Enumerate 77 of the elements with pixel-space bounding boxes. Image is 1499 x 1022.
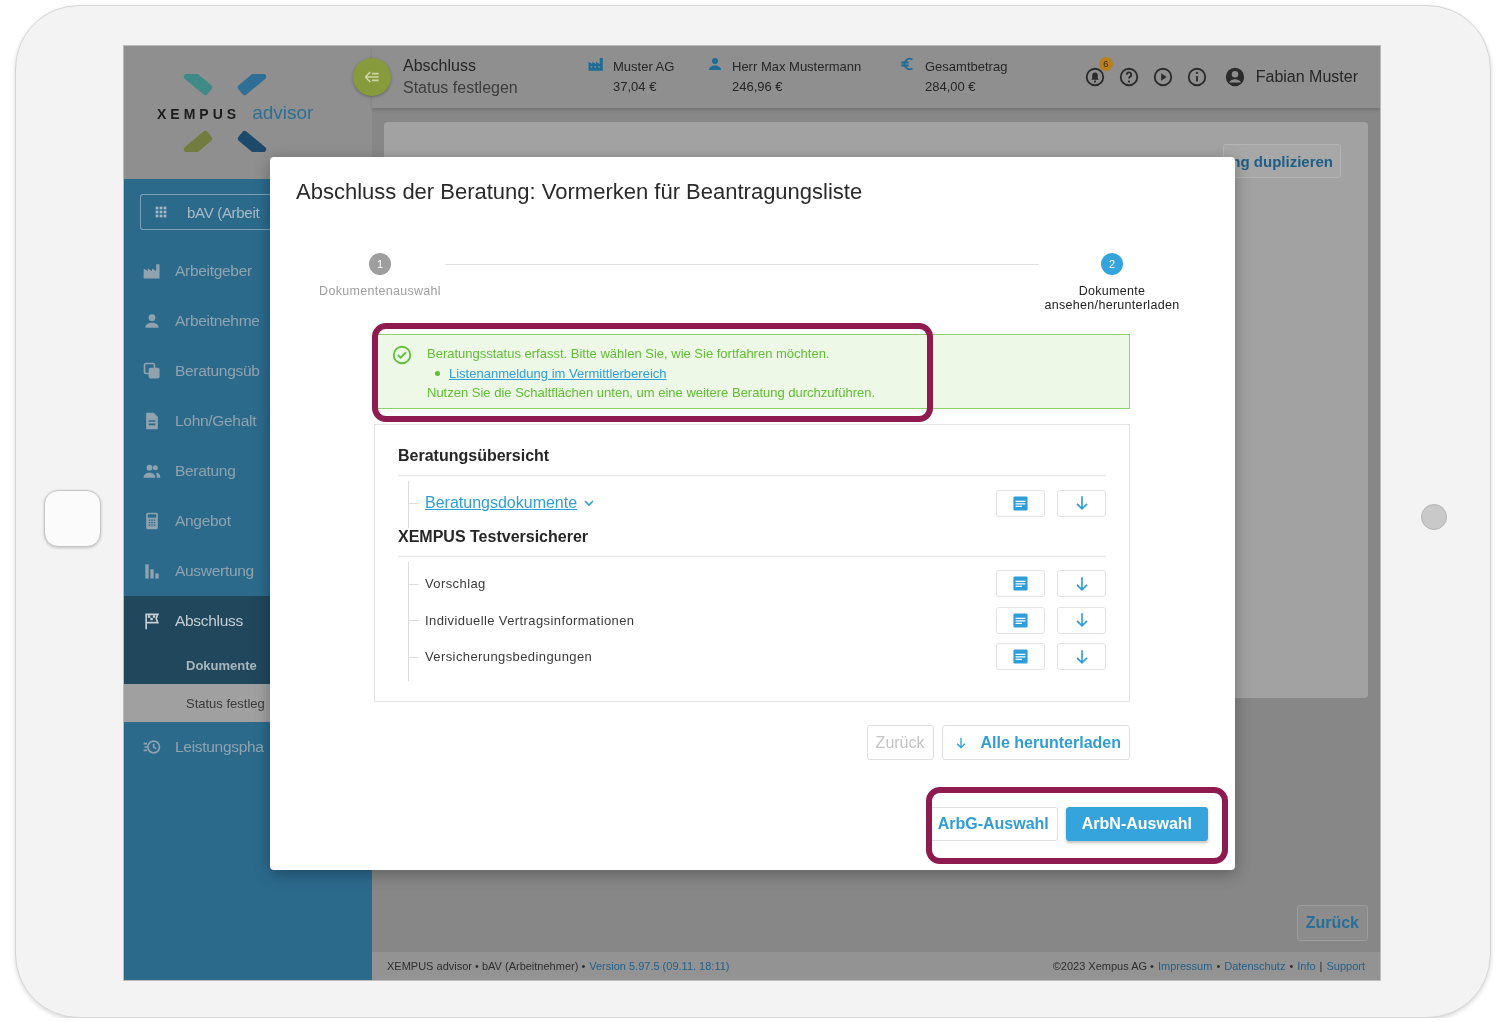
sidebar-item[interactable]: Beratung	[124, 446, 372, 496]
document-link[interactable]: Beratungsdokumente	[425, 494, 578, 513]
pdf-file-icon	[1012, 611, 1029, 629]
pdf-file-icon	[1012, 575, 1029, 593]
footer-text: ©2023 Xempus AG •	[1052, 960, 1154, 972]
account-icon	[1223, 66, 1246, 88]
footer-link[interactable]: Version 5.97.5 (09.11. 18:11)	[589, 960, 730, 972]
sidebar-item[interactable]: Leistungspha	[124, 722, 372, 772]
alert-message: Beratungsstatus erfasst. Bitte wählen Sie, wie Sie fortfahren möchten.	[427, 345, 831, 363]
document-name: Vorschlag	[425, 576, 486, 592]
clock-list-icon	[142, 737, 162, 757]
page-subtitle: Status festlegen	[403, 79, 519, 97]
footer-text: XEMPUS advisor • bAV (Arbeitnehmer) •	[387, 960, 586, 972]
alert-link[interactable]: Listenanmeldung im Vermittlerbereich	[449, 363, 667, 383]
user-name[interactable]: Fabian Muster	[1255, 68, 1358, 86]
info-label: Herr Max Mustermann	[732, 58, 862, 76]
footer-link[interactable]: Info	[1297, 960, 1316, 972]
pdf-button[interactable]	[996, 643, 1045, 671]
pdf-button[interactable]	[996, 570, 1045, 598]
sidebar-item[interactable]: Beratungsüb	[124, 346, 372, 396]
bar-chart-icon	[142, 561, 162, 581]
footer-text: |	[1319, 960, 1323, 972]
pdf-button[interactable]	[996, 606, 1045, 634]
info-value: 246,96 €	[732, 78, 784, 96]
sidebar-item[interactable]: Auswertung	[124, 546, 372, 596]
section-title: Beratungsübersicht	[398, 447, 1106, 476]
logo-brand: XEMPUS	[157, 105, 241, 122]
play-icon[interactable]	[1151, 66, 1174, 88]
person-icon	[142, 311, 162, 331]
sidebar-item[interactable]: Arbeitnehme	[124, 296, 372, 346]
footer-text: •	[1216, 960, 1221, 972]
section-title: XEMPUS Testversicherer	[398, 527, 1106, 557]
page-title: Abschluss	[403, 57, 477, 75]
footer-link[interactable]: Impressum	[1157, 960, 1213, 972]
sidebar-item[interactable]: Angebot	[124, 496, 372, 546]
download-button[interactable]	[1057, 570, 1106, 598]
bullet-icon	[435, 370, 440, 376]
pdf-file-icon	[1012, 494, 1029, 512]
help-icon[interactable]	[1117, 66, 1140, 88]
sidebar-item[interactable]: Lohn/Gehalt	[124, 396, 372, 446]
pdf-file-icon	[1012, 648, 1029, 666]
factory-icon	[587, 55, 605, 73]
download-all-button[interactable]: Alle herunterladen	[941, 725, 1130, 760]
check-circle-icon	[391, 344, 413, 366]
step-number: 2	[1101, 253, 1123, 275]
info-label: Muster AG	[613, 58, 675, 76]
download-button[interactable]	[1057, 606, 1106, 634]
pdf-button[interactable]	[996, 489, 1045, 517]
footer-text: •	[1289, 960, 1294, 972]
info-label: Gesamtbetrag	[925, 58, 1008, 76]
step-number: 1	[369, 253, 391, 275]
sidebar-item[interactable]: Abschluss	[124, 596, 372, 646]
choice-button[interactable]: ArbN-Auswahl	[1065, 807, 1208, 841]
home-button[interactable]	[44, 490, 101, 547]
info-icon[interactable]	[1185, 66, 1208, 88]
factory-icon	[142, 261, 162, 281]
step-label: Dokumentenauswahl	[319, 284, 441, 298]
stacked-pages-icon	[142, 361, 162, 381]
grid-icon	[153, 204, 169, 220]
notifications-button[interactable]	[1083, 66, 1106, 88]
document-name: Versicherungsbedingungen	[425, 649, 593, 665]
download-button[interactable]	[1057, 643, 1106, 671]
bell-icon	[1083, 66, 1106, 88]
back-button[interactable]: Zurück	[1296, 905, 1368, 941]
footer-link[interactable]: Support	[1326, 960, 1365, 972]
footer-link[interactable]: Datenschutz	[1224, 960, 1286, 972]
document-name: Individuelle Vertragsinformationen	[425, 612, 635, 628]
checkered-flag-icon	[142, 611, 162, 631]
person-icon	[706, 55, 724, 73]
logo-product: advisor	[252, 101, 314, 124]
step-label: Dokumente ansehen/herunterladen	[1043, 284, 1181, 312]
camera-dot	[1421, 504, 1447, 530]
info-value: 37,04 €	[613, 78, 658, 96]
info-value: 284,00 €	[925, 78, 977, 96]
alert-note: Nutzen Sie die Schaltflächen unten, um eine weitere Beratung durchzuführen.	[427, 384, 876, 402]
download-button[interactable]	[1057, 489, 1106, 517]
notification-badge: 6	[1098, 57, 1113, 71]
